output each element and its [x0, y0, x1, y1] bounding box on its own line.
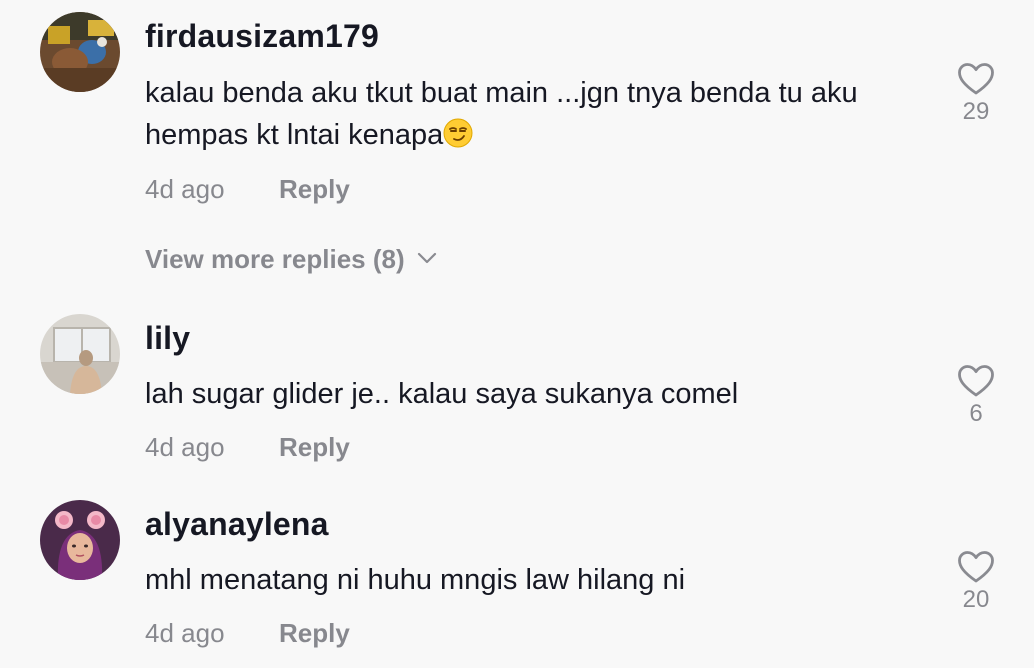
reply-button[interactable]: Reply	[279, 174, 350, 204]
comment-text-content: kalau benda aku tkut buat main ...jgn tn…	[145, 77, 858, 151]
like-count: 20	[962, 586, 990, 613]
comment-username[interactable]: alyanaylena	[145, 506, 329, 543]
like-count: 6	[969, 400, 983, 427]
avatar[interactable]	[40, 500, 120, 580]
chevron-down-icon	[417, 252, 436, 264]
comment-username[interactable]: lily	[145, 320, 190, 357]
comment-timestamp: 4d ago	[145, 618, 225, 648]
comment-list: firdausizam179 kalau benda aku tkut buat…	[0, 0, 1034, 668]
like-button[interactable]: 20	[950, 550, 1002, 614]
reply-button[interactable]: Reply	[279, 618, 350, 648]
comment-text: mhl menatang ni huhu mngis law hilang ni	[145, 564, 686, 596]
heart-outline-icon	[958, 551, 994, 583]
smirking-face-emoji-icon	[443, 118, 473, 148]
avatar-image	[40, 12, 120, 92]
comment-meta: 4d ago Reply	[145, 432, 350, 463]
avatar[interactable]	[40, 12, 120, 92]
view-more-replies-button[interactable]: View more replies (8)	[145, 244, 437, 275]
comment-meta: 4d ago Reply	[145, 174, 350, 205]
heart-outline-icon	[958, 63, 994, 95]
comment-username[interactable]: firdausizam179	[145, 18, 379, 55]
comment-timestamp: 4d ago	[145, 432, 225, 462]
avatar[interactable]	[40, 314, 120, 394]
comment-text: lah sugar glider je.. kalau saya sukanya…	[145, 378, 739, 410]
like-button[interactable]: 29	[950, 62, 1002, 126]
avatar-image	[40, 500, 120, 580]
comment-meta: 4d ago Reply	[145, 618, 350, 649]
avatar-image	[40, 314, 120, 394]
comment-timestamp: 4d ago	[145, 174, 225, 204]
comment-text: kalau benda aku tkut buat main ...jgn tn…	[145, 72, 935, 156]
like-button[interactable]: 6	[950, 364, 1002, 428]
view-more-replies-label: View more replies (8)	[145, 244, 405, 274]
heart-outline-icon	[958, 365, 994, 397]
like-count: 29	[962, 98, 990, 125]
reply-button[interactable]: Reply	[279, 432, 350, 462]
